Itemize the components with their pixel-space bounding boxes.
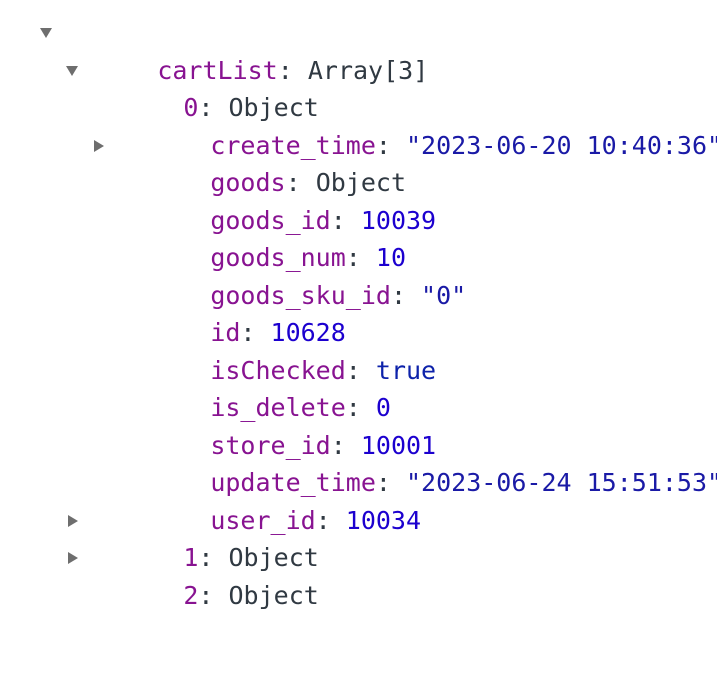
expand-right-icon[interactable] [68,514,78,527]
expand-right-icon[interactable] [94,139,104,152]
expand-right-icon[interactable] [68,552,78,564]
property-row-is-delete: is_delete: 0 [0,352,717,422]
tree-node-cartlist[interactable]: cartList: Array[3] [0,14,717,85]
property-row-create-time: create_time: "2023-06-20 10:40:36" [0,89,717,160]
property-row-is-checked: isChecked: true [0,314,717,385]
node-line: 2: Object [93,539,319,652]
expand-down-icon[interactable] [66,65,78,76]
property-row-goods-num: goods_num: 10 [0,202,717,272]
property-row-goods-id: goods_id: 10039 [0,164,717,235]
property-row-update-time: update_time: "2023-06-24 15:51:53" [0,427,717,497]
property-key: 2 [183,580,199,610]
object-tree: cartList: Array[3] 0: Object create_time… [0,14,717,610]
tree-node-item-0[interactable]: 0: Object [0,52,717,122]
expand-down-icon[interactable] [40,28,52,38]
tree-node-item-1[interactable]: 1: Object [0,502,717,572]
property-row-goods-sku-id: goods_sku_id: "0" [0,239,717,310]
property-value: Object [228,580,319,610]
tree-node-item-2[interactable]: 2: Object [0,539,717,610]
property-separator: : [198,580,229,610]
property-row-id: id: 10628 [0,277,717,347]
tree-node-goods[interactable]: goods: Object [0,127,717,197]
property-row-user-id: user_id: 10034 [0,464,717,535]
property-row-store-id: store_id: 10001 [0,389,717,460]
